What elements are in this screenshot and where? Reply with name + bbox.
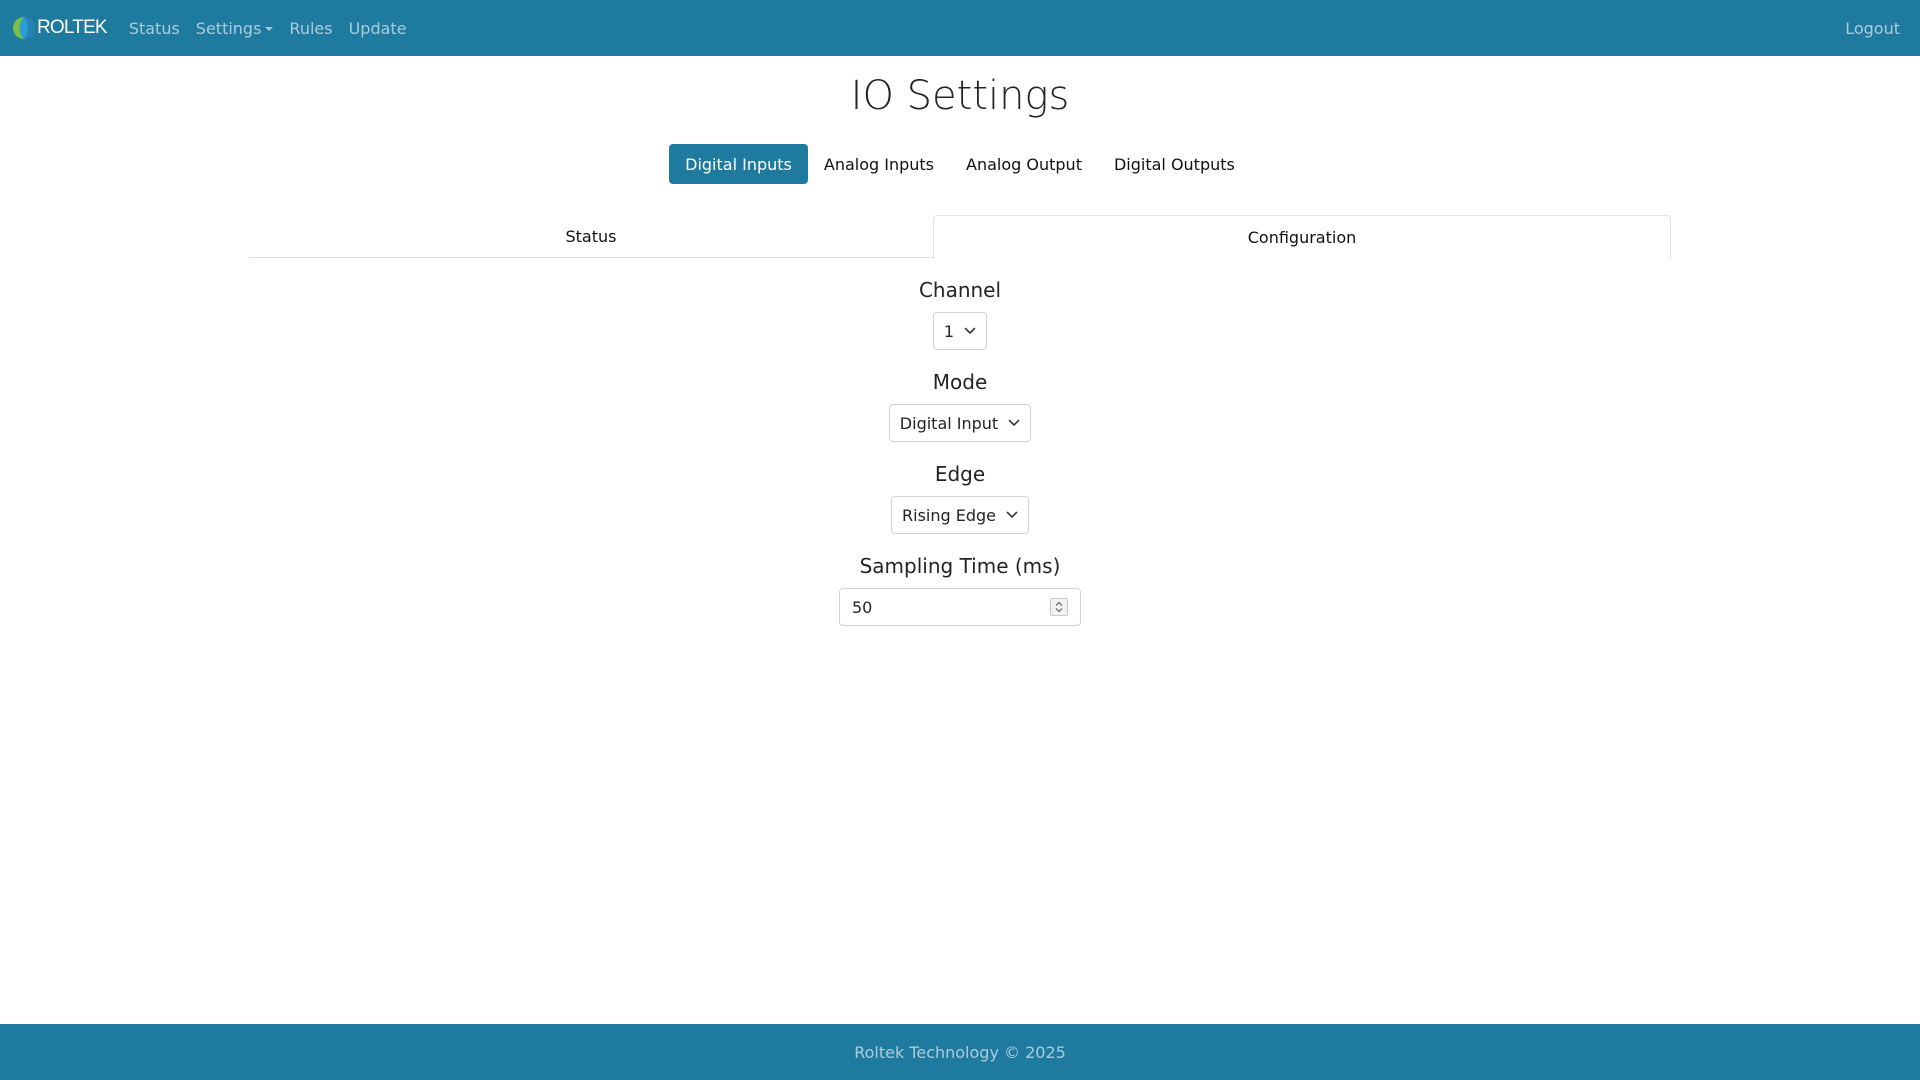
nav-rules-label: Rules xyxy=(289,18,333,38)
edge-select-value: Rising Edge xyxy=(902,505,996,525)
roltek-logo-icon xyxy=(13,17,35,39)
channel-select[interactable]: 1 xyxy=(932,312,988,350)
number-spinner-icon[interactable] xyxy=(1050,598,1068,616)
nav-settings-label: Settings xyxy=(195,18,262,38)
top-navbar: ROLTEK Status Settings Rules Update Logo… xyxy=(0,0,1920,56)
mode-select-value: Digital Input xyxy=(899,413,999,433)
mode-label: Mode xyxy=(932,370,988,394)
channel-select-value: 1 xyxy=(943,321,955,341)
tab-analog-inputs[interactable]: Analog Inputs xyxy=(808,144,950,184)
tab-digital-outputs[interactable]: Digital Outputs xyxy=(1098,144,1251,184)
tab-digital-outputs-label: Digital Outputs xyxy=(1113,154,1235,174)
brand-name: ROLTEK xyxy=(37,17,108,38)
tab-analog-output[interactable]: Analog Output xyxy=(950,144,1098,184)
nav-rules-link[interactable]: Rules xyxy=(281,0,340,56)
tab-configuration-label: Configuration xyxy=(1247,227,1357,247)
sampling-time-label: Sampling Time (ms) xyxy=(859,554,1061,578)
page-footer: Roltek Technology © 2025 xyxy=(0,1024,1920,1080)
edge-label: Edge xyxy=(934,462,986,486)
view-tabs: Status Configuration xyxy=(249,215,1671,259)
sampling-time-input[interactable]: 50 xyxy=(839,588,1081,626)
io-type-tabs: Digital Inputs Analog Inputs Analog Outp… xyxy=(0,144,1920,184)
tab-analog-output-label: Analog Output xyxy=(966,154,1082,174)
nav-update-label: Update xyxy=(348,18,407,38)
chevron-down-icon xyxy=(1006,511,1018,518)
channel-label: Channel xyxy=(918,278,1002,302)
caret-down-icon xyxy=(265,27,274,31)
chevron-down-icon xyxy=(964,327,976,334)
spinner-arrows-icon xyxy=(1055,601,1063,613)
brand-link[interactable]: ROLTEK xyxy=(12,0,108,56)
nav-status-label: Status xyxy=(128,18,180,38)
tab-status-label: Status xyxy=(565,227,617,246)
mode-select[interactable]: Digital Input xyxy=(888,404,1032,442)
tab-analog-inputs-label: Analog Inputs xyxy=(823,154,935,174)
nav-status-link[interactable]: Status xyxy=(121,0,188,56)
edge-select[interactable]: Rising Edge xyxy=(891,496,1029,534)
tab-configuration[interactable]: Configuration xyxy=(933,215,1671,259)
configuration-form: Channel 1 Mode Digital Input Edge Rising… xyxy=(0,276,1920,626)
chevron-down-icon xyxy=(1008,419,1020,426)
nav-settings-dropdown[interactable]: Settings xyxy=(188,0,282,56)
tab-digital-inputs-label: Digital Inputs xyxy=(685,154,792,174)
nav-update-link[interactable]: Update xyxy=(341,0,415,56)
tab-status[interactable]: Status xyxy=(249,215,933,258)
logout-label: Logout xyxy=(1845,18,1900,38)
footer-copyright: Roltek Technology © 2025 xyxy=(854,1042,1066,1062)
page-title: IO Settings xyxy=(850,73,1070,119)
tab-digital-inputs[interactable]: Digital Inputs xyxy=(669,144,808,184)
sampling-time-value: 50 xyxy=(852,597,873,617)
logout-link[interactable]: Logout xyxy=(1837,0,1908,56)
